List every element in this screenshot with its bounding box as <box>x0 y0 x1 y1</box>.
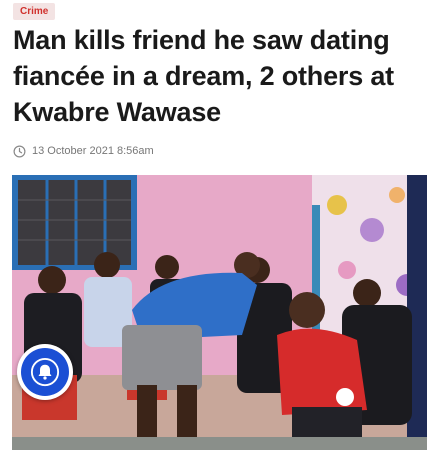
article-photo-scene <box>12 175 427 450</box>
article-title: Man kills friend he saw dating fiancée i… <box>13 25 394 127</box>
article-photo <box>12 175 427 450</box>
article-meta: 13 October 2021 8:56am <box>13 143 154 159</box>
category-badge[interactable]: Crime <box>13 3 56 20</box>
clock-icon <box>13 145 26 157</box>
notification-bell-button[interactable] <box>17 344 73 400</box>
notification-bell-inner <box>21 348 69 396</box>
publish-date: 13 October 2021 8:56am <box>32 145 154 157</box>
bell-icon <box>30 357 60 387</box>
